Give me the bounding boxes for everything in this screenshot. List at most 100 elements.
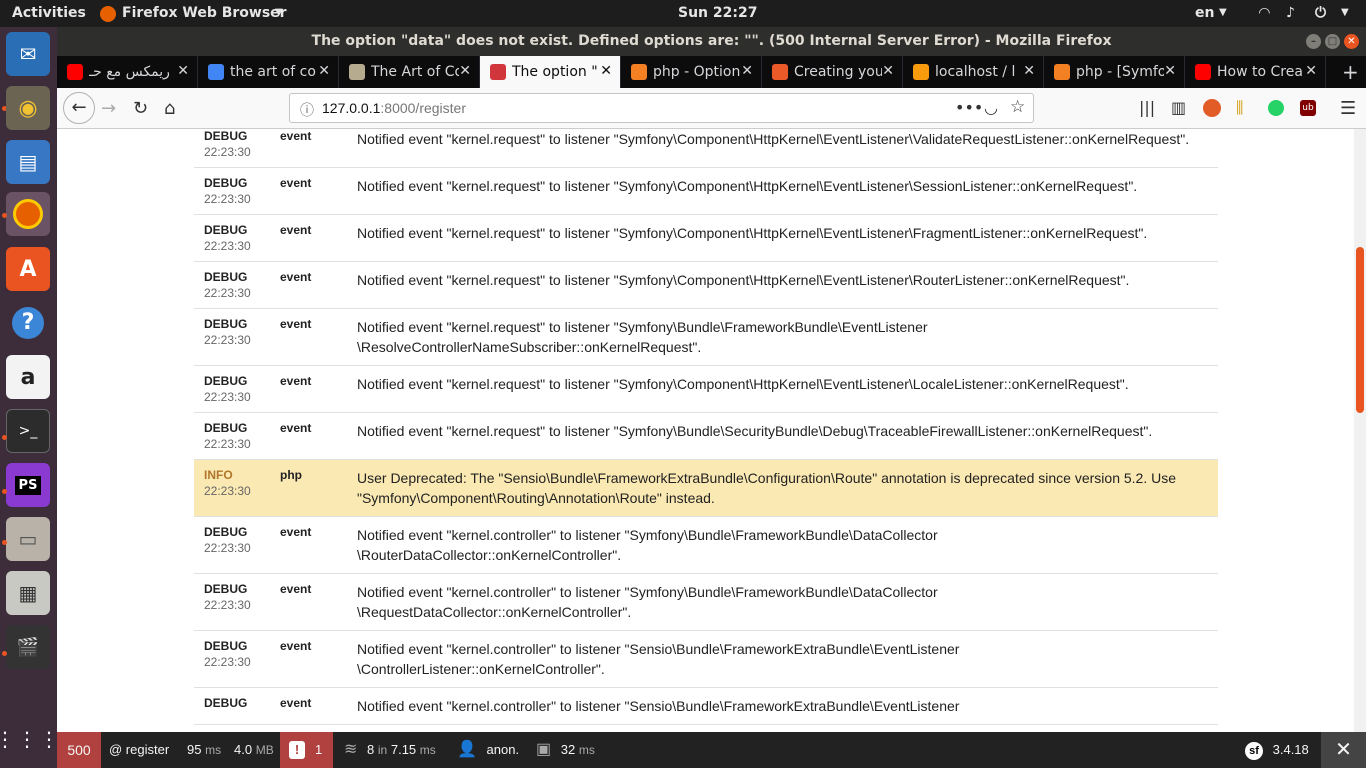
layers-icon: ≋ (344, 741, 358, 758)
user-panel[interactable]: 👤 anon. (457, 732, 519, 768)
library-icon[interactable]: ||| (1139, 98, 1155, 117)
log-level-cell: DEBUG 22:23:30 (194, 261, 270, 309)
close-tab-icon[interactable]: ✕ (1023, 63, 1035, 79)
render-time-value: 32 (560, 742, 576, 757)
errors-panel[interactable]: ! 1 (280, 732, 333, 768)
phpstorm-icon[interactable]: PS (6, 463, 50, 507)
chevron-down-icon[interactable]: ▼ (1341, 7, 1349, 18)
tab-4[interactable]: The option " ✕ (480, 56, 621, 88)
request-time[interactable]: 95 ms (187, 732, 221, 768)
tab-strip: ريمكس مع حـ ✕ the art of co ✕ The Art of Co ✕… (57, 56, 1366, 88)
language-indicator[interactable]: en (1195, 5, 1214, 21)
close-tab-icon[interactable]: ✕ (459, 63, 471, 79)
clock[interactable]: Sun 22:27 (678, 5, 757, 21)
help-icon[interactable]: ? (6, 301, 50, 345)
log-level: DEBUG (204, 421, 248, 435)
power-icon[interactable]: ⏻ (1315, 5, 1326, 21)
forward-icon[interactable]: → (101, 98, 116, 119)
close-tab-icon[interactable]: ✕ (1164, 63, 1176, 79)
activities-button[interactable]: Activities (12, 5, 86, 21)
reload-icon[interactable]: ↻ (133, 98, 148, 119)
scrollbar[interactable] (1354, 129, 1366, 732)
events-panel[interactable]: ≋ 8 in 7.15 ms (344, 732, 436, 768)
amazon-icon[interactable]: a (6, 355, 50, 399)
wifi-icon[interactable]: ◠ (1259, 5, 1270, 21)
scrollbar-thumb[interactable] (1356, 247, 1364, 413)
events-count: 8 (367, 742, 375, 757)
pocket-icon[interactable]: ◡ (984, 98, 998, 117)
log-row: DEBUG 22:23:30 event Notified event "kernel… (194, 573, 1218, 631)
maximize-icon[interactable]: □ (1325, 34, 1340, 49)
tab-label: The option " (512, 64, 598, 80)
thunderbird-icon[interactable]: ✉ (6, 32, 50, 76)
close-icon[interactable]: ✕ (1344, 34, 1359, 49)
log-channel: event (270, 365, 347, 413)
firefox-icon[interactable] (6, 192, 50, 236)
log-channel: event (270, 308, 347, 366)
whatsapp-icon[interactable] (1268, 100, 1284, 116)
tab-6[interactable]: Creating you ✕ (762, 56, 903, 88)
log-level: DEBUG (204, 525, 248, 539)
page-actions-icon[interactable]: ••• (955, 98, 983, 117)
close-tab-icon[interactable]: ✕ (318, 63, 330, 79)
running-indicator (2, 489, 7, 494)
sidebar-icon[interactable]: ▥ (1171, 98, 1186, 117)
ublock-icon[interactable]: ub (1300, 100, 1316, 116)
minimize-icon[interactable]: – (1306, 34, 1321, 49)
status-code[interactable]: 500 (57, 732, 101, 768)
extension-icon[interactable] (1203, 99, 1221, 117)
symfony-logo-icon: sf (1245, 741, 1263, 760)
close-tab-icon[interactable]: ✕ (177, 63, 189, 79)
url-bar[interactable]: ⓘ 127.0.0.1:8000/register ••• ◡ ☆ (289, 93, 1034, 123)
tab-5[interactable]: php - Option ✕ (621, 56, 762, 88)
log-message: Notified event "kernel.controller" to li… (347, 573, 1218, 631)
volume-icon[interactable]: ♪ (1286, 5, 1295, 21)
new-tab-icon[interactable]: + (1342, 60, 1359, 84)
tab-9[interactable]: How to Crea ✕ (1185, 56, 1326, 88)
close-tab-icon[interactable]: ✕ (882, 63, 894, 79)
error-icon: ! (289, 741, 305, 759)
software-center-icon[interactable]: A (6, 247, 50, 291)
video-editor-icon[interactable]: 🎬 (6, 625, 50, 669)
libreoffice-writer-icon[interactable]: ▤ (6, 140, 50, 184)
tab-label: ريمكس مع حـ (89, 64, 170, 80)
tab-3[interactable]: The Art of Co ✕ (339, 56, 480, 88)
tab-7[interactable]: localhost / l ✕ (903, 56, 1044, 88)
events-in-label: in (377, 743, 388, 757)
menu-icon[interactable]: ☰ (1340, 98, 1356, 119)
close-tab-icon[interactable]: ✕ (600, 63, 612, 79)
log-message: Notified event "kernel.request" to liste… (347, 308, 1218, 366)
chevron-down-icon[interactable]: ▼ (275, 7, 283, 18)
tab-8[interactable]: php - [Symfo ✕ (1044, 56, 1185, 88)
app-menu[interactable]: Firefox Web Browser (122, 5, 287, 21)
twig-icon: ▣ (536, 741, 552, 758)
tab-2[interactable]: the art of co ✕ (198, 56, 339, 88)
terminal-icon[interactable]: >_ (6, 409, 50, 453)
tab-1[interactable]: ريمكس مع حـ ✕ (57, 56, 198, 88)
route-name[interactable]: @ register (109, 732, 169, 768)
file-manager-icon[interactable]: ▭ (6, 517, 50, 561)
info-icon[interactable]: ⓘ (300, 100, 314, 120)
render-time-panel[interactable]: ▣ 32 ms (536, 732, 595, 768)
back-icon[interactable]: ← (63, 92, 95, 124)
calculator-icon[interactable]: ▦ (6, 571, 50, 615)
home-icon[interactable]: ⌂ (164, 98, 175, 119)
log-row: DEBUG event Notified event "kernel.control… (194, 687, 1218, 725)
log-message: Notified event "kernel.controller" to li… (347, 630, 1218, 688)
url-text[interactable]: 127.0.0.1:8000/register (322, 100, 466, 116)
events-time-unit: ms (419, 743, 436, 757)
google-icon (208, 64, 224, 80)
chevron-down-icon[interactable]: ▼ (1219, 7, 1227, 18)
log-channel: event (270, 214, 347, 262)
close-tab-icon[interactable]: ✕ (1305, 63, 1317, 79)
close-tab-icon[interactable]: ✕ (741, 63, 753, 79)
close-toolbar-icon[interactable]: ✕ (1321, 732, 1366, 768)
bookmark-star-icon[interactable]: ☆ (1010, 97, 1025, 117)
symfony-version-panel[interactable]: sf 3.4.18 (1245, 732, 1309, 768)
extension-equalizer-icon[interactable]: ⫼ (1236, 98, 1243, 118)
log-level: DEBUG (204, 317, 248, 331)
log-time: 22:23:30 (204, 390, 251, 404)
memory-usage[interactable]: 4.0 MB (234, 732, 274, 768)
show-applications-icon[interactable]: ⋮⋮⋮ (0, 717, 59, 761)
rhythmbox-icon[interactable]: ◉ (6, 86, 50, 130)
